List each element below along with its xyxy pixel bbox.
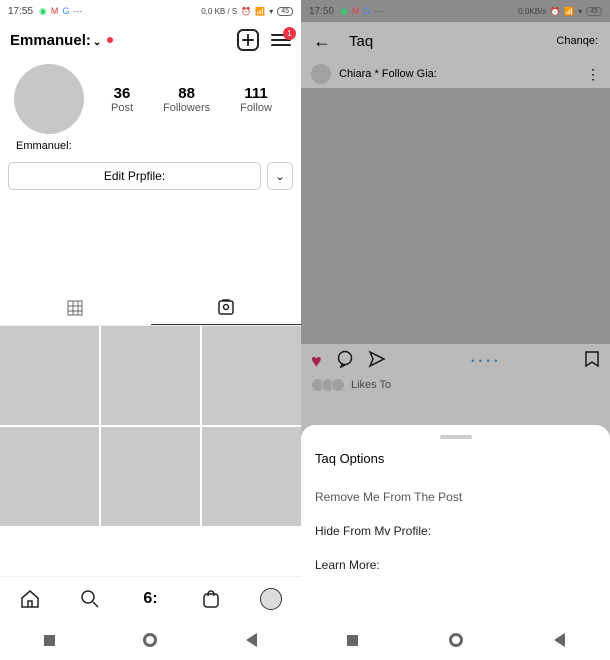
modal-scrim[interactable] (301, 0, 610, 463)
shop-icon (201, 589, 221, 609)
stat-posts[interactable]: 36 Post (111, 85, 133, 114)
menu-button[interactable]: 1 (271, 34, 291, 46)
notification-dot-icon (107, 37, 113, 43)
stat-followers[interactable]: 88 Followers (163, 85, 210, 114)
option-learn-more[interactable]: Learn More: (315, 548, 596, 582)
google-icon: G (62, 6, 69, 16)
data-rate: 0,0KB/s (518, 7, 546, 16)
whatsapp-icon: ◉ (39, 6, 47, 17)
alarm-icon: ⏰ (550, 7, 560, 16)
gmail-icon: M (51, 6, 59, 16)
edit-profile-button[interactable]: Edit Prpfile: (8, 162, 261, 190)
signal-icon: 📶 (255, 7, 265, 16)
avatar[interactable] (14, 64, 84, 134)
tab-grid[interactable] (0, 290, 151, 325)
status-time: 17:50 (309, 6, 334, 17)
post-thumbnail[interactable] (202, 326, 301, 425)
recents-button[interactable] (347, 635, 358, 646)
status-bar: 17:55 ◉ M G ⋯ 0,0 KB / S ⏰ 📶 ▾ 45 (0, 0, 301, 22)
system-nav (0, 620, 301, 660)
grid-icon (67, 300, 83, 316)
back-button[interactable] (554, 633, 565, 647)
bottom-nav: 6: (0, 576, 301, 620)
option-remove-from-post[interactable]: Remove Me From The Post (315, 480, 596, 514)
tab-tagged[interactable] (151, 290, 302, 325)
more-icon: ⋯ (374, 6, 383, 17)
data-rate: 0,0 KB / S (201, 7, 237, 16)
battery-icon: 45 (277, 7, 293, 16)
profile-header: Emmanuel:⌄ 1 (0, 22, 301, 58)
create-post-button[interactable] (237, 29, 259, 51)
tag-options-sheet: Taq Options Remove Me From The Post Hide… (301, 425, 610, 620)
gmail-icon: M (352, 6, 360, 16)
sheet-handle[interactable] (440, 435, 472, 439)
status-time: 17:55 (8, 6, 33, 17)
suggestions-toggle-button[interactable]: ⌄ (267, 162, 293, 190)
signal-icon: 📶 (564, 7, 574, 16)
nav-profile[interactable] (260, 588, 282, 610)
home-button[interactable] (449, 633, 463, 647)
wifi-icon: ▾ (578, 7, 582, 16)
home-icon (19, 588, 41, 610)
more-icon: ⋯ (73, 6, 82, 17)
username-switcher[interactable]: Emmanuel:⌄ (10, 32, 101, 49)
nav-search[interactable] (79, 588, 101, 610)
alarm-icon: ⏰ (241, 7, 251, 16)
google-icon: G (363, 6, 370, 16)
stat-following[interactable]: 111 Follow (240, 85, 272, 114)
nav-shop[interactable] (200, 588, 222, 610)
tagged-icon (217, 298, 235, 316)
battery-icon: 45 (586, 7, 602, 16)
whatsapp-icon: ◉ (340, 6, 348, 17)
sheet-title: Taq Options (315, 451, 596, 466)
recents-button[interactable] (44, 635, 55, 646)
plus-icon (242, 34, 254, 46)
post-thumbnail[interactable] (0, 326, 99, 425)
nav-reels[interactable]: 6: (139, 588, 161, 610)
nav-home[interactable] (19, 588, 41, 610)
home-button[interactable] (143, 633, 157, 647)
posts-grid (0, 326, 301, 526)
post-thumbnail[interactable] (0, 427, 99, 526)
post-thumbnail[interactable] (101, 427, 200, 526)
menu-badge: 1 (283, 27, 296, 40)
back-button[interactable] (246, 633, 257, 647)
display-name: Emmanuel: (0, 138, 301, 162)
system-nav (301, 620, 610, 660)
wifi-icon: ▾ (269, 7, 273, 16)
option-hide-from-profile[interactable]: Hide From Mv Profile: (315, 514, 596, 548)
search-icon (79, 588, 101, 610)
post-thumbnail[interactable] (101, 326, 200, 425)
profile-summary: 36 Post 88 Followers 111 Follow (0, 58, 301, 138)
status-bar: 17:50 ◉ M G ⋯ 0,0KB/s ⏰ 📶 ▾ 45 (301, 0, 610, 22)
post-thumbnail[interactable] (202, 427, 301, 526)
